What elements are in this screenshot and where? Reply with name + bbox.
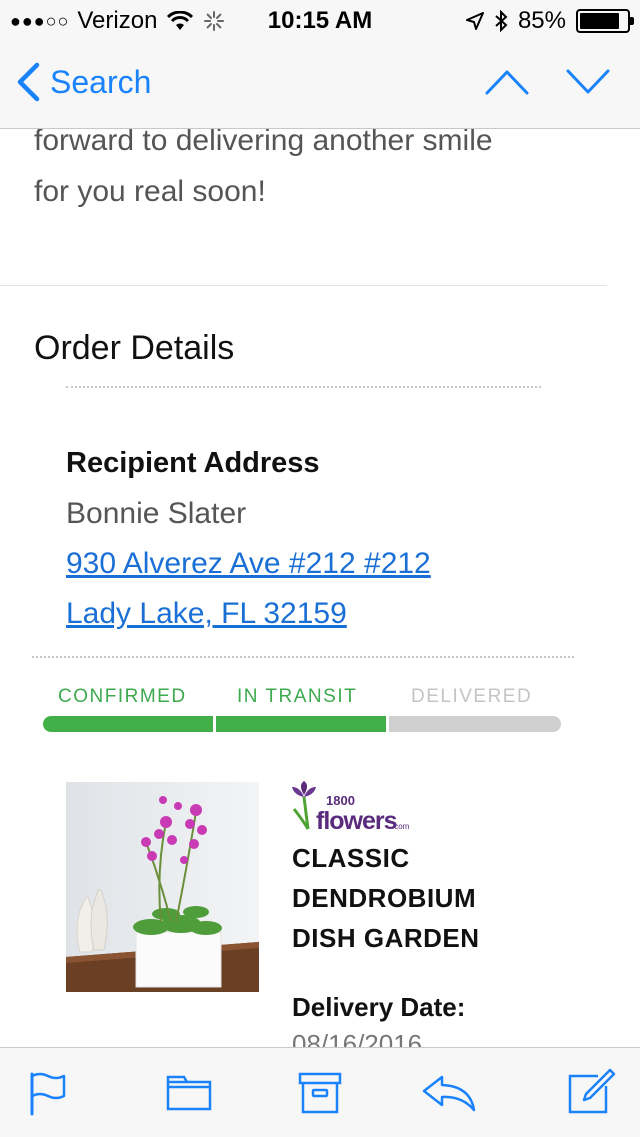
location-arrow-icon — [465, 12, 484, 30]
reply-icon[interactable] — [422, 1074, 476, 1112]
brand-logo[interactable]: 1800 flowers .com — [292, 779, 412, 840]
previous-message-button[interactable] — [484, 68, 530, 96]
order-details-title: Order Details — [34, 329, 235, 367]
navigation-bar: Search — [0, 40, 640, 129]
product-image[interactable] — [66, 782, 259, 992]
flag-icon[interactable] — [28, 1070, 68, 1116]
brand-number: 1800 — [326, 793, 355, 808]
stage-in-transit-label: IN TRANSIT — [237, 686, 358, 707]
product-name-line: CLASSIC — [292, 843, 410, 873]
stage-confirmed-label: CONFIRMED — [58, 686, 187, 707]
product-name-line: DENDROBIUM — [292, 883, 477, 913]
chevron-left-icon — [17, 62, 40, 102]
address-line2-link[interactable]: Lady Lake, FL 32159 — [66, 597, 347, 631]
product-name[interactable]: CLASSIC DENDROBIUM DISH GARDEN — [292, 838, 592, 958]
stage-delivered-label: DELIVERED — [411, 686, 533, 707]
intro-line: forward to delivering another smile — [34, 129, 493, 157]
email-body[interactable]: forward to delivering another smile for … — [0, 129, 640, 1047]
section-divider — [0, 285, 607, 286]
battery-percentage: 85% — [517, 7, 566, 34]
recipient-address-heading: Recipient Address — [66, 447, 320, 479]
recipient-name: Bonnie Slater — [66, 497, 247, 530]
intro-text: forward to delivering another smile for … — [34, 129, 594, 217]
delivery-date-label: Delivery Date: — [292, 992, 466, 1022]
battery-icon — [576, 9, 634, 33]
intro-line: for you real soon! — [34, 175, 266, 208]
bluetooth-icon — [495, 10, 508, 32]
progress-segment-delivered — [389, 716, 561, 732]
back-button[interactable]: Search — [16, 62, 151, 102]
brand-name: flowers — [316, 807, 397, 835]
progress-segment-in-transit — [216, 716, 386, 732]
folder-icon[interactable] — [166, 1074, 212, 1112]
compose-icon[interactable] — [568, 1068, 616, 1116]
brand-suffix: .com — [392, 822, 410, 831]
progress-segment-confirmed — [43, 716, 213, 732]
dotted-divider — [66, 386, 541, 388]
dotted-divider — [32, 656, 574, 658]
bottom-toolbar — [0, 1047, 640, 1137]
status-bar: ●●●○○ Verizon 10:15 AM 85% — [0, 0, 640, 40]
tracking-progress-bar — [43, 716, 561, 732]
product-name-line: DISH GARDEN — [292, 923, 480, 953]
next-message-button[interactable] — [565, 68, 611, 96]
delivery-date-value: 08/16/2016 — [292, 1029, 423, 1047]
back-button-label: Search — [50, 63, 152, 100]
archive-icon[interactable] — [298, 1072, 342, 1114]
flower-logo-icon: 1800 flowers .com — [292, 781, 410, 835]
address-line1-link[interactable]: 930 Alverez Ave #212 #212 — [66, 547, 431, 581]
